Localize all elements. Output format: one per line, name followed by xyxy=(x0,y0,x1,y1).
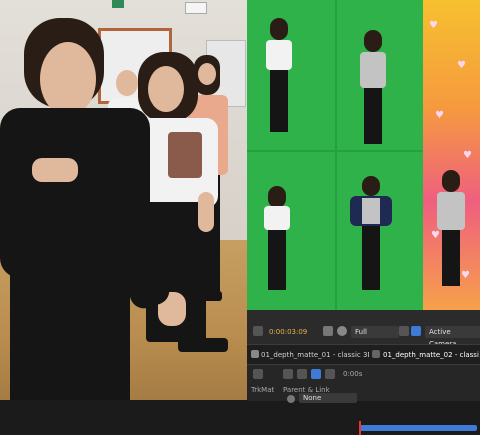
search-icon[interactable] xyxy=(253,369,263,379)
parent-dropdown[interactable]: None xyxy=(299,393,357,403)
color-wheel-icon[interactable] xyxy=(337,326,347,336)
layer-duration-bar[interactable] xyxy=(359,425,477,431)
camera-view-dropdown[interactable]: Active Camera xyxy=(425,326,480,348)
viewer-toolbar: 0:00:03:09 Full Active Camera xyxy=(247,310,480,348)
composited-background: ♥ ♥ ♥ ♥ ♥ ♥ xyxy=(423,0,480,310)
dancer-green-4 xyxy=(346,176,396,296)
green-screen-divider-horizontal xyxy=(247,150,423,152)
after-effects-panel: 0:00:03:09 Full Active Camera 01_depth_m… xyxy=(247,310,480,435)
trkmat-column-header: TrkMat xyxy=(251,386,275,394)
heart-icon: ♥ xyxy=(463,150,472,161)
heart-icon: ♥ xyxy=(435,110,444,121)
camera-icon[interactable] xyxy=(323,326,333,336)
dancer-green-3 xyxy=(260,186,294,292)
motion-blur-icon[interactable] xyxy=(297,369,307,379)
heart-icon: ♥ xyxy=(457,60,466,71)
tab-comp-2[interactable]: 01_depth_matte_02 - classic 3D xyxy=(383,349,479,361)
exit-sign xyxy=(112,0,124,8)
pickwhip-icon[interactable] xyxy=(287,395,295,403)
graph-editor-icon[interactable] xyxy=(311,369,321,379)
region-icon[interactable] xyxy=(399,326,409,336)
playhead[interactable] xyxy=(359,421,361,435)
dancer-green-2 xyxy=(356,30,390,146)
tab-comp-1[interactable]: 01_depth_matte_01 - classic 3D xyxy=(261,349,369,361)
frame-blend-icon[interactable] xyxy=(325,369,335,379)
timecode[interactable]: 0:00:03:09 xyxy=(269,326,319,338)
dance-studio-photo xyxy=(0,0,247,400)
dancer-green-1 xyxy=(262,18,296,136)
close-icon[interactable] xyxy=(251,350,259,358)
comp-tabs: 01_depth_matte_01 - classic 3D 01_depth_… xyxy=(247,344,480,365)
magnifier-icon[interactable] xyxy=(253,326,263,336)
resolution-dropdown[interactable]: Full xyxy=(351,326,399,338)
dancer-composite xyxy=(433,170,469,288)
close-icon[interactable] xyxy=(372,350,380,358)
time-ruler-label: 0:00s xyxy=(343,370,363,378)
heart-icon: ♥ xyxy=(429,20,438,31)
dancer-foreground xyxy=(0,18,190,400)
shy-icon[interactable] xyxy=(283,369,293,379)
green-screen-divider-vertical xyxy=(335,0,337,310)
transparency-grid-icon[interactable] xyxy=(411,326,421,336)
wall-sign xyxy=(185,2,207,14)
timeline-layer-panel: 0:00s TrkMat Parent & Link None xyxy=(247,364,480,435)
